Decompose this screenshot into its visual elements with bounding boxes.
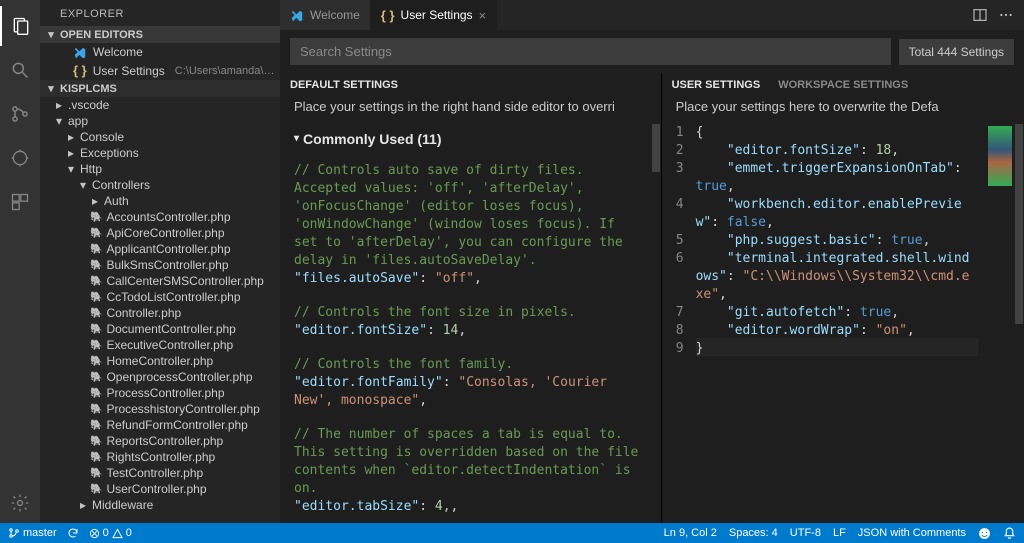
- file-item[interactable]: 🐘HomeController.php: [40, 353, 280, 369]
- status-problems[interactable]: 0 0: [89, 527, 132, 539]
- user-settings-pane: USER SETTINGS WORKSPACE SETTINGS Place y…: [662, 73, 1024, 523]
- folder-item[interactable]: app: [40, 113, 280, 129]
- open-editor-item[interactable]: ×{ }User SettingsC:\Users\amanda\AppData…: [40, 61, 280, 80]
- activity-search-icon[interactable]: [0, 50, 40, 90]
- status-bar: master 0 0 Ln 9, Col 2 Spaces: 4 UTF-8 L…: [0, 523, 1024, 543]
- file-item[interactable]: 🐘TestController.php: [40, 465, 280, 481]
- user-settings-subtitle: Place your settings here to overwrite th…: [662, 97, 1024, 122]
- file-item[interactable]: 🐘ApplicantController.php: [40, 241, 280, 257]
- folder-item[interactable]: Http: [40, 161, 280, 177]
- left-scrollbar[interactable]: [651, 122, 661, 523]
- file-item[interactable]: 🐘CallCenterSMSController.php: [40, 273, 280, 289]
- activity-explorer-icon[interactable]: [0, 6, 40, 46]
- file-item[interactable]: 🐘OpenprocessController.php: [40, 369, 280, 385]
- status-bell-icon[interactable]: [1003, 527, 1016, 540]
- current-line-highlight: [696, 338, 978, 356]
- default-settings-pane: DEFAULT SETTINGS Place your settings in …: [280, 73, 662, 523]
- activity-settings-icon[interactable]: [0, 483, 40, 523]
- status-sync[interactable]: [67, 527, 79, 539]
- line-gutter: 123456789: [662, 122, 696, 523]
- default-settings-content[interactable]: ▾ Commonly Used (11)// Controls auto sav…: [280, 122, 651, 523]
- status-encoding[interactable]: UTF-8: [790, 527, 821, 539]
- minimap[interactable]: [984, 122, 1014, 523]
- settings-group-title[interactable]: ▾ Commonly Used (11): [294, 130, 639, 148]
- settings-total-count: Total 444 Settings: [899, 39, 1014, 65]
- file-item[interactable]: 🐘ProcesshistoryController.php: [40, 401, 280, 417]
- file-item[interactable]: 🐘UserController.php: [40, 481, 280, 497]
- activity-extensions-icon[interactable]: [0, 182, 40, 222]
- file-item[interactable]: 🐘ProcessController.php: [40, 385, 280, 401]
- folder-item[interactable]: Auth: [40, 193, 280, 209]
- status-lncol[interactable]: Ln 9, Col 2: [664, 527, 717, 539]
- folder-item[interactable]: Middleware: [40, 497, 280, 513]
- editor-area: Welcome{ }User Settings× Total 444 Setti…: [280, 0, 1024, 523]
- more-actions-icon[interactable]: [998, 7, 1014, 23]
- sidebar-title: EXPLORER: [40, 0, 280, 26]
- workspace-settings-tab[interactable]: WORKSPACE SETTINGS: [778, 79, 908, 91]
- settings-search-input[interactable]: [290, 38, 891, 65]
- file-item[interactable]: 🐘AccountsController.php: [40, 209, 280, 225]
- open-editors-header[interactable]: ▾OPEN EDITORS: [40, 26, 280, 43]
- editor-tab[interactable]: Welcome: [280, 0, 371, 30]
- user-settings-tab[interactable]: USER SETTINGS: [672, 79, 761, 91]
- tab-bar: Welcome{ }User Settings×: [280, 0, 1024, 30]
- open-editor-item[interactable]: ×Welcome: [40, 43, 280, 61]
- status-spaces[interactable]: Spaces: 4: [729, 527, 778, 539]
- folder-item[interactable]: Controllers: [40, 177, 280, 193]
- editor-tab[interactable]: { }User Settings×: [371, 0, 497, 30]
- tab-close-icon[interactable]: ×: [479, 8, 487, 23]
- status-eol[interactable]: LF: [833, 527, 846, 539]
- status-language[interactable]: JSON with Comments: [858, 527, 966, 539]
- folder-item[interactable]: .vscode: [40, 97, 280, 113]
- file-item[interactable]: 🐘BulkSmsController.php: [40, 257, 280, 273]
- status-branch[interactable]: master: [8, 527, 57, 539]
- user-settings-editor[interactable]: { "editor.fontSize": 18, "emmet.triggerE…: [696, 122, 984, 523]
- activity-bar: [0, 0, 40, 523]
- split-editor-icon[interactable]: [972, 7, 988, 23]
- file-item[interactable]: 🐘ApiCoreController.php: [40, 225, 280, 241]
- folder-item[interactable]: Exceptions: [40, 145, 280, 161]
- project-header[interactable]: ▾KISPLCMS: [40, 80, 280, 97]
- right-scrollbar[interactable]: [1014, 122, 1024, 523]
- file-item[interactable]: 🐘RefundFormController.php: [40, 417, 280, 433]
- file-item[interactable]: 🐘DocumentController.php: [40, 321, 280, 337]
- folder-item[interactable]: Console: [40, 129, 280, 145]
- default-settings-header: DEFAULT SETTINGS: [290, 79, 398, 91]
- activity-debug-icon[interactable]: [0, 138, 40, 178]
- file-item[interactable]: 🐘Controller.php: [40, 305, 280, 321]
- file-item[interactable]: 🐘CcTodoListController.php: [40, 289, 280, 305]
- explorer-sidebar: EXPLORER ▾OPEN EDITORS ×Welcome×{ }User …: [40, 0, 280, 523]
- file-item[interactable]: 🐘ExecutiveController.php: [40, 337, 280, 353]
- activity-scm-icon[interactable]: [0, 94, 40, 134]
- file-item[interactable]: 🐘RightsController.php: [40, 449, 280, 465]
- default-settings-subtitle: Place your settings in the right hand si…: [280, 97, 661, 122]
- status-feedback-icon[interactable]: [978, 527, 991, 540]
- file-tree: .vscodeappConsoleExceptionsHttpControlle…: [40, 97, 280, 523]
- file-item[interactable]: 🐘ReportsController.php: [40, 433, 280, 449]
